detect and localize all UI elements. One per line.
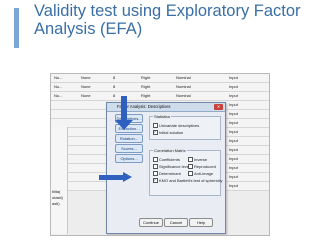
- grid-cell: Input: [229, 174, 238, 179]
- grid-row[interactable]: Nu... None 8 Right Nominal Input: [51, 74, 269, 83]
- grid-cell: 8: [113, 84, 116, 89]
- grid-cell: Input: [229, 156, 238, 161]
- anti-image-checkbox[interactable]: Anti-image: [188, 170, 214, 176]
- grid-cell: Input: [229, 75, 238, 80]
- grid-cell: Nominal: [176, 84, 191, 89]
- variable-list-item[interactable]: asti): [52, 201, 60, 206]
- checkbox-box[interactable]: [188, 170, 193, 176]
- checkbox-label: Determinant: [159, 171, 181, 176]
- grid-cell: Nu...: [54, 84, 63, 89]
- grid-cell: Input: [229, 102, 238, 107]
- grid-cell: Input: [229, 165, 238, 170]
- spss-screenshot: Nu... None 8 Right Nominal Input Nu... N…: [50, 73, 270, 236]
- grid-cell: Input: [229, 111, 238, 116]
- checkbox-box[interactable]: [153, 156, 158, 162]
- univariate-descriptives-checkbox[interactable]: Univariate descriptives: [153, 122, 200, 128]
- grid-cell: None: [81, 93, 91, 98]
- checkbox-label: Inverse: [194, 157, 208, 162]
- correlation-matrix-label: Correlation Matrix: [153, 148, 187, 153]
- scores-button[interactable]: Scores...: [115, 144, 143, 153]
- significance-levels-checkbox[interactable]: Significance levels: [153, 163, 192, 169]
- grid-row[interactable]: Nu... None 8 Right Nominal Input: [51, 92, 269, 101]
- slide-accent-bar: [14, 8, 19, 48]
- grid-row[interactable]: Nu... None 8 Right Nominal Input: [51, 83, 269, 92]
- correlation-matrix-group: Correlation Matrix Coefficients Inverse …: [149, 148, 223, 196]
- grid-cell: Input: [229, 129, 238, 134]
- grid-cell: None: [81, 75, 91, 80]
- cancel-button[interactable]: Cancel: [164, 218, 188, 227]
- coefficients-checkbox[interactable]: Coefficients: [153, 156, 180, 162]
- checkbox-box[interactable]: [153, 163, 158, 169]
- checkbox-box[interactable]: [153, 122, 158, 128]
- options-button[interactable]: Options...: [115, 154, 143, 163]
- arrow-right-icon-shaft: [99, 175, 125, 180]
- arrow-down-icon-shaft: [121, 96, 127, 122]
- statistics-group: Statistics Univariate descriptives Initi…: [149, 114, 221, 140]
- arrow-down-icon: [115, 120, 133, 130]
- statistics-label: Statistics: [153, 114, 172, 119]
- grid-cell: Right: [141, 84, 151, 89]
- grid-cell: Input: [229, 84, 238, 89]
- checkbox-label: Reproduced: [194, 164, 216, 169]
- grid-cell: Input: [229, 183, 238, 188]
- grid-cell: Input: [229, 120, 238, 125]
- grid-cell: Right: [141, 75, 151, 80]
- inverse-checkbox[interactable]: Inverse: [188, 156, 208, 162]
- close-button[interactable]: ✕: [214, 104, 223, 110]
- checkbox-label: KMO and Bartlett's test of sphericity: [159, 178, 223, 183]
- checkbox-box[interactable]: [188, 156, 193, 162]
- grid-cell: Nu...: [54, 75, 63, 80]
- help-button[interactable]: Help: [189, 218, 213, 227]
- grid-cell: Input: [229, 147, 238, 152]
- grid-cell: Input: [229, 138, 238, 143]
- grid-cell: Nu...: [54, 93, 63, 98]
- checkbox-label: Initial solution: [159, 130, 184, 135]
- variable-list-item[interactable]: tilita(: [52, 189, 60, 194]
- reproduced-checkbox[interactable]: Reproduced: [188, 163, 216, 169]
- determinant-checkbox[interactable]: Determinant: [153, 170, 181, 176]
- grid-cell: Right: [141, 93, 151, 98]
- checkbox-label: Univariate descriptives: [159, 123, 200, 128]
- grid-cell: Nominal: [176, 75, 191, 80]
- continue-button[interactable]: Continue: [139, 218, 163, 227]
- rotation-button[interactable]: Rotation...: [115, 134, 143, 143]
- checkbox-box[interactable]: [153, 170, 158, 176]
- checkbox-box-checked[interactable]: [153, 177, 158, 183]
- grid-cell: Input: [229, 93, 238, 98]
- checkbox-box-checked[interactable]: [153, 129, 158, 135]
- checkbox-box[interactable]: [188, 163, 193, 169]
- checkbox-label: Anti-image: [194, 171, 214, 176]
- checkbox-label: Coefficients: [159, 157, 180, 162]
- grid-cell: Nominal: [176, 93, 191, 98]
- grid-cell: 8: [113, 93, 116, 98]
- slide-title: Validity test using Exploratory Factor A…: [34, 2, 301, 38]
- grid-cell: None: [81, 84, 91, 89]
- variable-list-item[interactable]: otasti): [52, 195, 63, 200]
- initial-solution-checkbox[interactable]: Initial solution: [153, 129, 184, 135]
- variable-list-panel[interactable]: tilita( otasti) asti): [51, 127, 68, 234]
- checkbox-label: Significance levels: [159, 164, 192, 169]
- grid-cell: 8: [113, 75, 116, 80]
- arrow-right-icon: [123, 172, 132, 182]
- kmo-bartlett-checkbox[interactable]: KMO and Bartlett's test of sphericity: [153, 177, 223, 183]
